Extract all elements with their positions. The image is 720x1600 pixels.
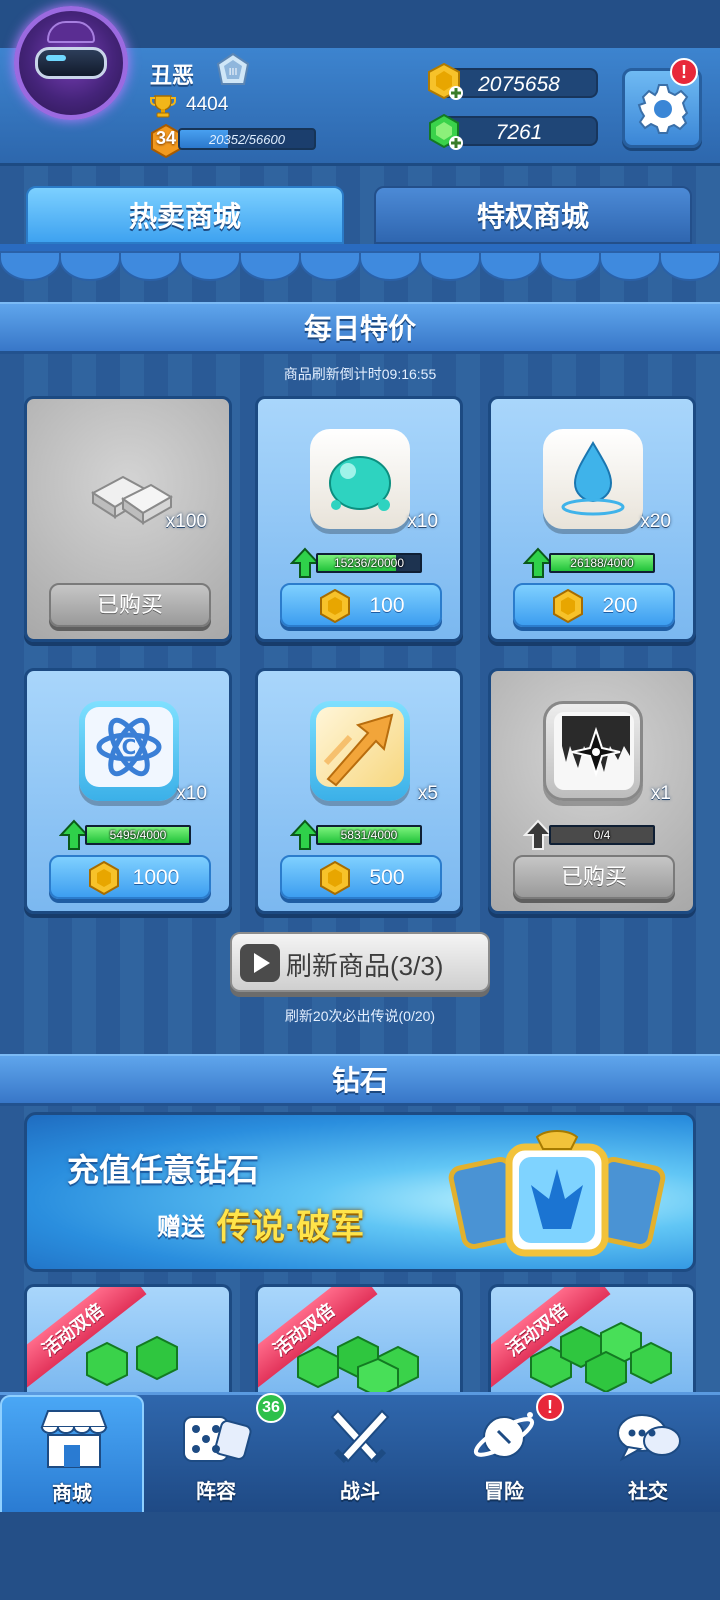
nav-label: 阵容 bbox=[196, 1481, 236, 1503]
banner-gift-label: 赠送 bbox=[157, 1214, 205, 1241]
deal-card-6[interactable]: x1 0/4 已购买 bbox=[488, 668, 696, 914]
refresh-goods-button[interactable]: 刷新商品(3/3) bbox=[230, 932, 490, 992]
deal-qty: x100 bbox=[165, 511, 207, 532]
price-label: 1000 bbox=[132, 866, 180, 889]
upgrade-progress-bar: 0/4 bbox=[549, 825, 655, 845]
xp-text: 20352/56600 bbox=[209, 132, 285, 147]
trophy-count: 4404 bbox=[186, 94, 229, 115]
upgrade-progress-bar: 15236/20000 bbox=[316, 553, 422, 573]
player-name: 丑恶 bbox=[150, 63, 195, 88]
deal-qty: x1 bbox=[650, 783, 671, 804]
dice-icon bbox=[183, 1416, 252, 1462]
trophy-icon bbox=[150, 95, 176, 118]
xp-bar: 20352/56600 bbox=[178, 128, 316, 150]
upgrade-progress-bar: 5495/4000 bbox=[85, 825, 191, 845]
gold-coin-icon bbox=[89, 861, 119, 895]
deal-qty: x10 bbox=[407, 511, 438, 532]
gold-amount: 2075658 bbox=[478, 73, 560, 96]
progress-text: 26188/4000 bbox=[570, 556, 634, 570]
gem-pack-2[interactable]: 活动双倍 bbox=[255, 1284, 463, 1394]
lineup-count-badge: 36 bbox=[256, 1393, 286, 1423]
bought-button: 已购买 bbox=[49, 583, 211, 627]
deal-card-3[interactable]: x20 26188/4000 200 bbox=[488, 396, 696, 642]
gold-coin-icon bbox=[320, 589, 350, 623]
slime-card-icon bbox=[310, 429, 410, 529]
refresh-legendary-note: 刷新20次必出传说(0/20) bbox=[284, 1008, 436, 1024]
chat-icon bbox=[617, 1414, 681, 1462]
price-label: 200 bbox=[602, 594, 638, 617]
legendary-card-art bbox=[448, 1130, 666, 1257]
nav-battle[interactable]: 战斗 bbox=[288, 1395, 432, 1515]
buy-button[interactable]: 200 bbox=[513, 583, 675, 627]
progress-text: 5831/4000 bbox=[340, 828, 398, 842]
arrow-card-icon bbox=[310, 701, 410, 801]
bottom-nav: 商城 36 阵容 战斗 ! 冒险 社交 bbox=[0, 1392, 720, 1515]
video-play-icon bbox=[240, 944, 280, 982]
price-label: 500 bbox=[369, 866, 405, 889]
nav-adventure[interactable]: ! 冒险 bbox=[432, 1393, 576, 1515]
deal-qty: x5 bbox=[417, 783, 438, 804]
gold-coin-add-icon[interactable] bbox=[424, 62, 464, 102]
progress-text: 15236/20000 bbox=[333, 556, 405, 570]
helmet-top bbox=[47, 21, 95, 43]
svg-text:C: C bbox=[122, 735, 137, 759]
recharge-promo-banner[interactable]: 充值任意钻石 赠送 传说·破军 bbox=[24, 1112, 696, 1272]
nav-label: 商城 bbox=[52, 1483, 92, 1505]
buy-button[interactable]: 1000 bbox=[49, 855, 211, 899]
swords-icon bbox=[330, 1409, 390, 1464]
upgrade-progress-bar: 5831/4000 bbox=[316, 825, 422, 845]
refresh-countdown: 商品刷新倒计时09:16:55 bbox=[283, 366, 437, 382]
deal-qty: x20 bbox=[640, 511, 671, 532]
deal-card-4[interactable]: C x10 5495/4000 1000 bbox=[24, 668, 232, 914]
refresh-label: 刷新商品(3/3) bbox=[286, 951, 444, 981]
nav-social[interactable]: 社交 bbox=[576, 1395, 720, 1515]
shop-awning bbox=[0, 244, 720, 281]
buy-button[interactable]: 100 bbox=[280, 583, 442, 627]
nav-label: 冒险 bbox=[484, 1481, 524, 1503]
banner-reward-name: 传说·破军 bbox=[217, 1208, 365, 1246]
buy-button[interactable]: 500 bbox=[280, 855, 442, 899]
tab-hot-shop[interactable]: 热卖商城 bbox=[26, 186, 344, 244]
shop-icon bbox=[40, 1410, 108, 1468]
nav-lineup[interactable]: 36 阵容 bbox=[144, 1393, 288, 1515]
gem-add-icon[interactable] bbox=[424, 112, 464, 152]
nav-label: 战斗 bbox=[340, 1481, 380, 1503]
daily-deals-header: 每日特价 bbox=[0, 302, 720, 354]
adventure-alert-badge: ! bbox=[536, 1393, 564, 1421]
banner-headline: 充值任意钻石 bbox=[67, 1152, 260, 1188]
tab-privilege-shop[interactable]: 特权商城 bbox=[374, 186, 692, 244]
upgrade-progress-bar: 26188/4000 bbox=[549, 553, 655, 573]
deal-card-1[interactable]: x100 已购买 bbox=[24, 396, 232, 642]
bought-button: 已购买 bbox=[513, 855, 675, 899]
atom-card-icon: C bbox=[79, 701, 179, 801]
water-drop-card-icon bbox=[543, 429, 643, 529]
rank-badge-icon: III bbox=[216, 52, 250, 85]
settings-alert-badge: ! bbox=[670, 58, 698, 86]
progress-text: 5495/4000 bbox=[109, 828, 167, 842]
gem-amount: 7261 bbox=[495, 121, 543, 144]
deal-qty: x10 bbox=[176, 783, 207, 804]
deal-card-2[interactable]: x10 15236/20000 100 bbox=[255, 396, 463, 642]
price-label: 100 bbox=[369, 594, 405, 617]
gem-pack-3[interactable]: 活动双倍 bbox=[488, 1284, 696, 1394]
gold-coin-icon bbox=[320, 861, 350, 895]
visor bbox=[35, 47, 107, 79]
nav-shop[interactable]: 商城 bbox=[0, 1395, 144, 1515]
gem-pack-1[interactable]: 活动双倍 bbox=[24, 1284, 232, 1394]
diamonds-header: 钻石 bbox=[0, 1054, 720, 1106]
shuriken-card-icon bbox=[543, 701, 643, 801]
planet-icon bbox=[473, 1412, 535, 1458]
nav-bar-background bbox=[0, 1512, 720, 1600]
nav-label: 社交 bbox=[628, 1481, 668, 1503]
gold-coin-icon bbox=[553, 589, 583, 623]
gear-icon bbox=[637, 84, 689, 134]
player-avatar[interactable] bbox=[14, 6, 128, 120]
svg-text:III: III bbox=[229, 67, 238, 78]
progress-text: 0/4 bbox=[593, 828, 611, 842]
deal-card-5[interactable]: x5 5831/4000 500 bbox=[255, 668, 463, 914]
